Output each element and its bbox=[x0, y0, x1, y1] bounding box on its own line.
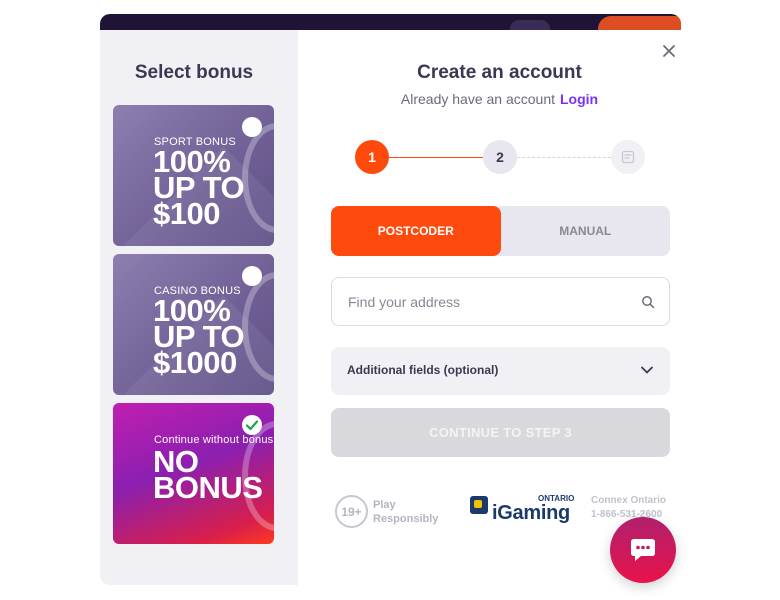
step-2-indicator: 2 bbox=[483, 140, 517, 174]
bonus-card-headline: 100% UP TO $100 bbox=[153, 144, 245, 231]
login-prompt-text: Already have an account bbox=[400, 91, 555, 107]
registration-modal: Select bonus SPORT BONUS 100% UP TO $100… bbox=[100, 30, 681, 585]
tab-manual[interactable]: MANUAL bbox=[501, 206, 671, 256]
bonus-card-casino[interactable]: CASINO BONUS 100% UP TO $1000 bbox=[113, 254, 274, 395]
close-button[interactable] bbox=[661, 42, 679, 64]
chat-button[interactable] bbox=[610, 517, 676, 583]
account-panel: Create an account Already have an accoun… bbox=[298, 30, 681, 585]
address-mode-toggle: POSTCODER MANUAL bbox=[331, 206, 670, 256]
igaming-ontario-logo[interactable]: ONTARIO iGaming bbox=[470, 492, 580, 530]
step-3-indicator bbox=[611, 140, 645, 174]
chevron-down-icon bbox=[641, 366, 653, 374]
igaming-brand: iGaming bbox=[492, 502, 570, 524]
bonus-radio[interactable] bbox=[242, 117, 262, 137]
bonus-panel: Select bonus SPORT BONUS 100% UP TO $100… bbox=[100, 30, 298, 585]
bonus-radio[interactable] bbox=[242, 266, 262, 286]
additional-fields-label: Additional fields (optional) bbox=[347, 363, 499, 377]
play-responsibly-text: Play Responsibly bbox=[373, 499, 439, 525]
bonus-card-no-bonus[interactable]: Continue without bonus NO BONUS bbox=[113, 403, 274, 544]
search-icon[interactable] bbox=[641, 295, 655, 309]
address-search-field bbox=[331, 277, 670, 326]
bonus-panel-title: Select bonus bbox=[134, 62, 254, 83]
page-title: Create an account bbox=[417, 62, 582, 83]
tab-postcoder[interactable]: POSTCODER bbox=[331, 206, 501, 256]
age-restriction-badge: 19+ bbox=[335, 495, 368, 528]
form-icon bbox=[621, 150, 635, 164]
chat-bubble-icon bbox=[631, 539, 655, 561]
continue-button[interactable]: CONTINUE TO STEP 3 bbox=[331, 408, 670, 457]
igaming-logo-mark bbox=[474, 500, 482, 508]
checkmark-icon bbox=[245, 420, 259, 431]
step-connector-pending bbox=[517, 157, 611, 158]
bonus-card-headline: 100% UP TO $1000 bbox=[153, 293, 245, 380]
login-link[interactable]: Login bbox=[560, 91, 598, 107]
additional-fields-accordion[interactable]: Additional fields (optional) bbox=[331, 347, 670, 395]
step-1-indicator: 1 bbox=[355, 140, 389, 174]
bonus-card-headline: NO BONUS bbox=[153, 444, 263, 505]
step-connector-done bbox=[389, 157, 483, 158]
login-prompt-line: Already have an account Login bbox=[298, 91, 681, 107]
close-icon bbox=[663, 45, 675, 57]
address-search-input[interactable] bbox=[348, 278, 638, 325]
bonus-card-sport[interactable]: SPORT BONUS 100% UP TO $100 bbox=[113, 105, 274, 246]
bonus-radio-checked[interactable] bbox=[242, 415, 262, 435]
connex-ontario-text[interactable]: Connex Ontario 1-866-531-2600 bbox=[591, 494, 666, 522]
